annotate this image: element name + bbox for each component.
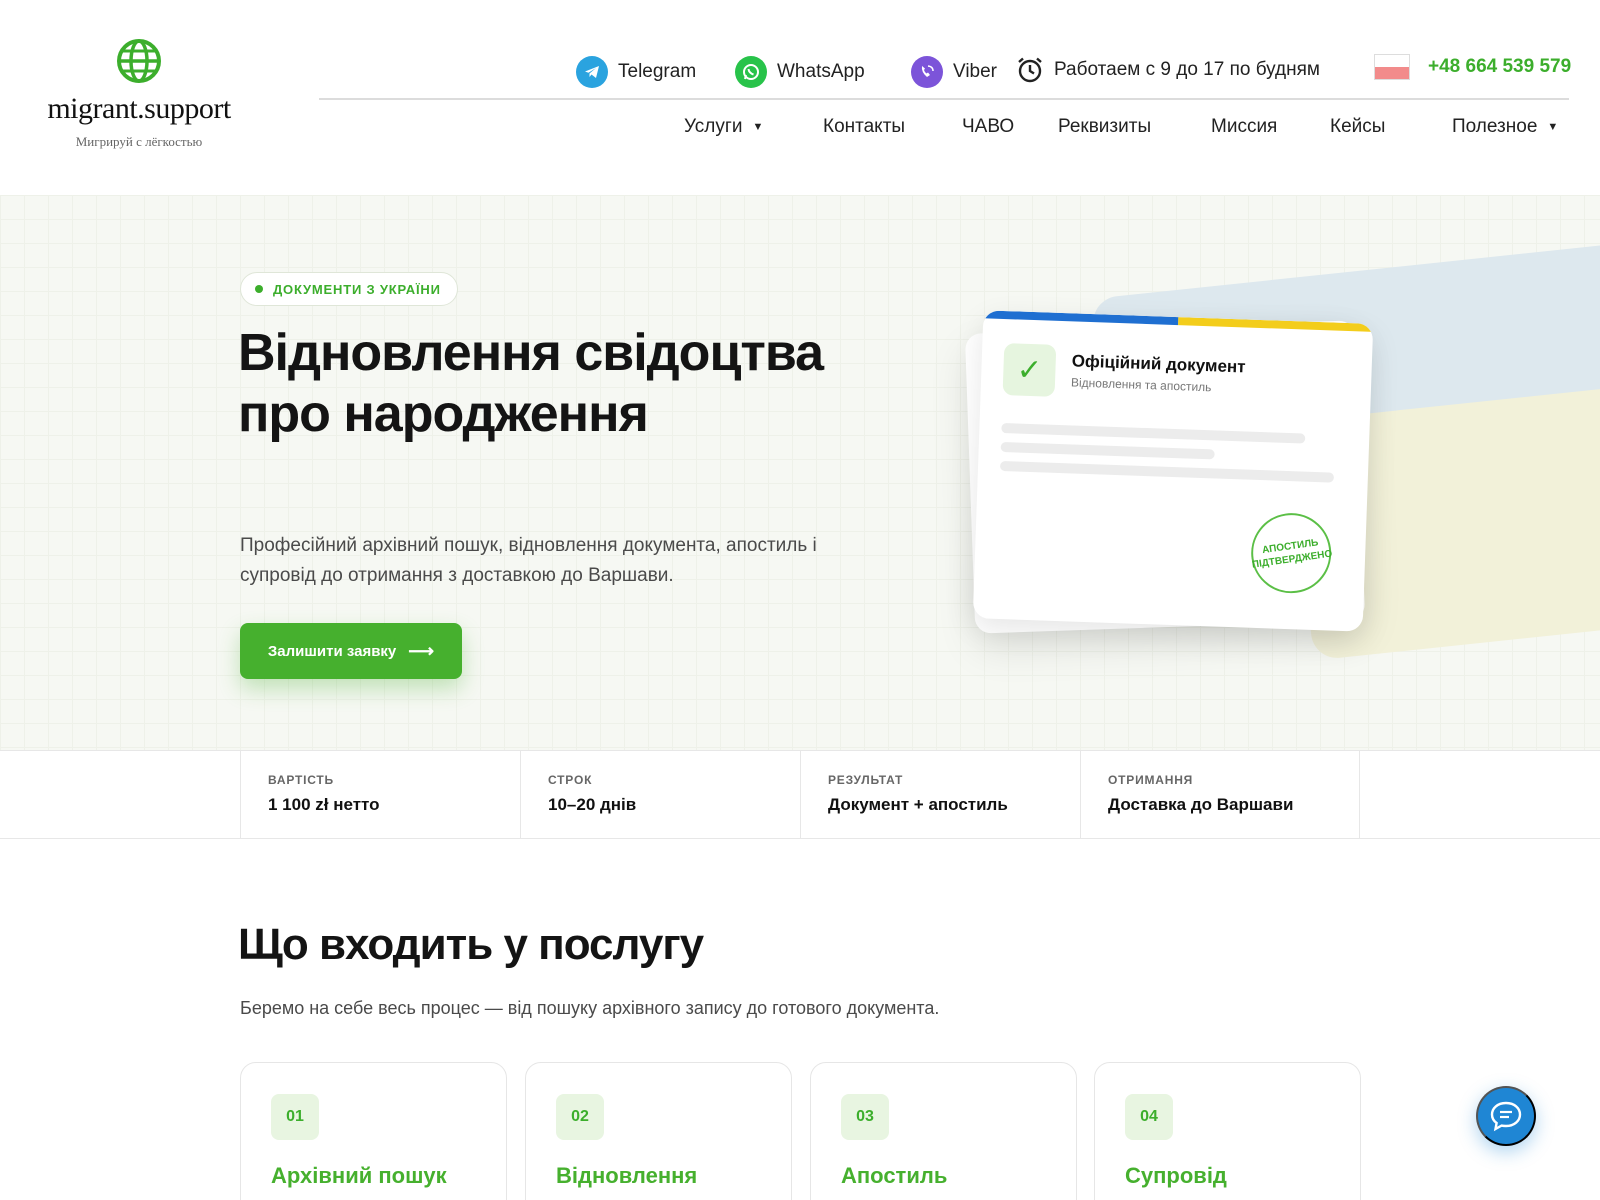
- viber-label: Viber: [953, 61, 998, 82]
- check-icon: ✓: [1002, 343, 1057, 397]
- stat-value: 1 100 zł нетто: [268, 795, 380, 814]
- stat-label: СТРОК: [548, 773, 593, 787]
- service-card[interactable]: 02 Відновлення: [525, 1062, 792, 1200]
- nav-contacts[interactable]: Контакты: [823, 116, 905, 138]
- service-card-number: 04: [1125, 1094, 1173, 1140]
- phone-link[interactable]: +48 664 539 579: [1374, 54, 1571, 80]
- service-card-number: 02: [556, 1094, 604, 1140]
- telegram-icon: [576, 56, 608, 88]
- telegram-link[interactable]: Telegram: [576, 56, 696, 88]
- main-nav: Услуги ▼ Контакты ЧАВО Реквизиты Миссия …: [600, 113, 1560, 143]
- nav-cases-label: Кейсы: [1330, 116, 1386, 137]
- services-title: Що входить у послугу: [238, 920, 704, 969]
- nav-requisites-label: Реквизиты: [1058, 116, 1152, 137]
- caret-down-icon: ▼: [1547, 121, 1559, 133]
- chat-button[interactable]: [1476, 1086, 1536, 1146]
- nav-faq[interactable]: ЧАВО: [962, 116, 1014, 138]
- document-text-line: [1001, 422, 1306, 444]
- nav-services[interactable]: Услуги ▼: [684, 116, 763, 138]
- nav-faq-label: ЧАВО: [962, 116, 1015, 137]
- working-hours: Работаем с 9 до 17 по будням: [1016, 56, 1320, 84]
- brand-tagline: Мигрируй с лёгкостью: [75, 134, 203, 149]
- hero-badge: ДОКУМЕНТИ З УКРАЇНИ: [240, 272, 458, 306]
- stat-duration: СТРОК 10–20 днів: [520, 751, 800, 839]
- alarm-clock-icon: [1016, 56, 1044, 84]
- document-text-line: [1000, 441, 1215, 460]
- service-card-title: Супровід: [1125, 1163, 1227, 1188]
- cta-label: Залишити заявку: [267, 642, 397, 660]
- stat-result: РЕЗУЛЬТАТ Документ + апостиль: [800, 751, 1080, 839]
- contacts-bar: Telegram WhatsApp Viber Работаем с 9 до …: [576, 52, 1572, 92]
- stat-price: ВАРТІСТЬ 1 100 zł нетто: [240, 751, 520, 839]
- logo[interactable]: migrant.support Мигрируй с лёгкостью: [34, 38, 244, 150]
- service-card-title: Апостиль: [841, 1163, 948, 1188]
- service-card-title: Відновлення: [556, 1163, 698, 1188]
- hero-title: Відновлення свідоцтва про народження: [238, 324, 824, 443]
- whatsapp-icon: [735, 56, 767, 88]
- arrow-right-icon: ⟶: [408, 640, 435, 661]
- submit-request-button[interactable]: Залишити заявку ⟶: [240, 623, 462, 679]
- service-card[interactable]: 01 Архівний пошук: [240, 1062, 507, 1200]
- nav-services-label: Услуги: [684, 116, 743, 137]
- caret-down-icon: ▼: [752, 121, 764, 133]
- stat-label: РЕЗУЛЬТАТ: [828, 773, 904, 787]
- stat-value: Доставка до Варшави: [1108, 795, 1294, 814]
- nav-cases[interactable]: Кейсы: [1330, 116, 1385, 138]
- service-card-number: 01: [271, 1094, 319, 1140]
- stat-value: 10–20 днів: [548, 795, 637, 814]
- viber-link[interactable]: Viber: [911, 56, 997, 88]
- hero-section: ДОКУМЕНТИ З УКРАЇНИ Відновлення свідоцтв…: [0, 195, 1600, 750]
- service-card[interactable]: 03 Апостиль: [810, 1062, 1077, 1200]
- nav-requisites[interactable]: Реквизиты: [1058, 116, 1151, 138]
- header-divider: [319, 98, 1569, 100]
- document-title: Офіційний документ: [1071, 351, 1246, 377]
- stats-bar: ВАРТІСТЬ 1 100 zł нетто СТРОК 10–20 днів…: [0, 750, 1600, 839]
- document-text-line: [999, 460, 1335, 483]
- nav-contacts-label: Контакты: [823, 116, 906, 137]
- service-card-title: Архівний пошук: [271, 1163, 447, 1188]
- services-description: Беремо на себе весь процес — від пошуку …: [240, 998, 940, 1018]
- phone-number: +48 664 539 579: [1428, 56, 1572, 77]
- stat-delivery: ОТРИМАННЯ Доставка до Варшави: [1080, 751, 1360, 839]
- brand-name: migrant.support: [47, 92, 231, 125]
- working-hours-label: Работаем с 9 до 17 по будням: [1054, 59, 1320, 80]
- site-header: migrant.support Мигрируй с лёгкостью Tel…: [0, 0, 1600, 195]
- document-card: ✓ Офіційний документ Відновлення та апос…: [972, 310, 1374, 632]
- viber-icon: [911, 56, 943, 88]
- apostille-stamp: АПОСТИЛЬ ПІДТВЕРДЖЕНО: [1246, 507, 1337, 599]
- nav-useful[interactable]: Полезное ▼: [1452, 116, 1558, 138]
- document-subtitle: Відновлення та апостиль: [1070, 375, 1212, 395]
- stat-value: Документ + апостиль: [828, 795, 1008, 814]
- whatsapp-label: WhatsApp: [777, 61, 865, 82]
- service-card[interactable]: 04 Супровід: [1094, 1062, 1361, 1200]
- hero-description: Професійний архівний пошук, відновлення …: [240, 535, 817, 586]
- nav-mission-label: Миссия: [1211, 116, 1278, 137]
- badge-dot-icon: [255, 285, 263, 293]
- nav-mission[interactable]: Миссия: [1211, 116, 1277, 138]
- service-card-number: 03: [841, 1094, 889, 1140]
- hero-badge-label: ДОКУМЕНТИ З УКРАЇНИ: [273, 281, 441, 297]
- globe-icon: [117, 39, 161, 83]
- stat-label: ВАРТІСТЬ: [268, 773, 334, 787]
- telegram-label: Telegram: [618, 61, 697, 82]
- stat-label: ОТРИМАННЯ: [1108, 773, 1194, 787]
- nav-useful-label: Полезное: [1452, 116, 1538, 137]
- poland-flag-icon: [1374, 54, 1410, 80]
- whatsapp-link[interactable]: WhatsApp: [735, 56, 865, 88]
- chat-bubble-icon: [1490, 1101, 1522, 1132]
